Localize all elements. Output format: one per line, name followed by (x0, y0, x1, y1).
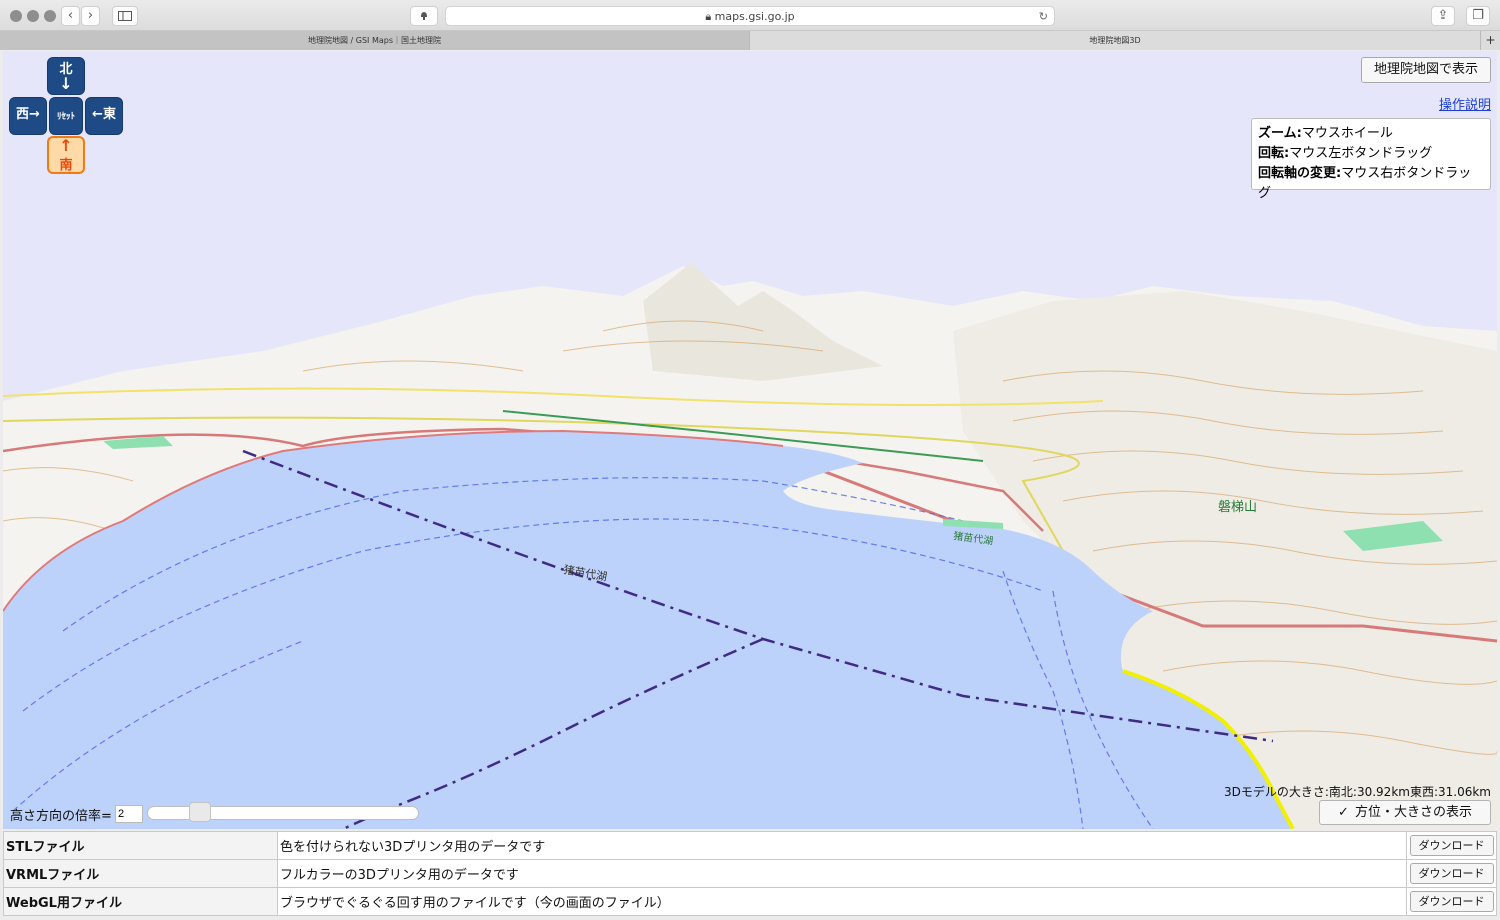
back-icon[interactable]: ‹ (61, 6, 80, 26)
tab-label: 地理院地図 / GSI Maps｜国土地理院 (307, 36, 441, 45)
lock-icon: 🔒︎ (705, 10, 712, 23)
east-button[interactable]: ←東 (85, 97, 123, 135)
table-row: VRMLファイル フルカラーの3Dプリンタ用のデータです ダウンロード (3, 859, 1497, 888)
file-type: STLファイル (3, 831, 278, 860)
arrow-up-icon: ↑ (59, 136, 73, 155)
file-description: 色を付けられない3Dプリンタ用のデータです (277, 831, 1407, 860)
reset-label: ﾘｾｯﾄ (56, 112, 75, 122)
west-label: 西 (16, 107, 30, 122)
model-size-text: 3Dモデルの大きさ:南北:30.92km東西:31.06km (1224, 785, 1491, 799)
file-description: フルカラーの3Dプリンタ用のデータです (277, 859, 1407, 888)
download-webgl-button[interactable]: ダウンロード (1409, 891, 1494, 912)
help-key: ズーム: (1258, 126, 1302, 141)
tab-bar: 地理院地図 / GSI Maps｜国土地理院 地理院地図3D + (0, 31, 1500, 50)
sidebar-icon[interactable] (112, 6, 138, 26)
height-scale-label: 高さ方向の倍率= (10, 809, 112, 824)
help-panel: ズーム:マウスホイール 回転:マウス左ボタンドラッグ 回転軸の変更:マウス右ボタ… (1251, 118, 1491, 201)
forward-icon[interactable]: › (81, 6, 100, 26)
file-description: ブラウザでぐるぐる回す用のファイルです（今の画面のファイル） (277, 887, 1407, 916)
minimize-window-icon[interactable] (27, 10, 39, 22)
help-rotate: 回転:マウス左ボタンドラッグ (1258, 144, 1484, 164)
north-button[interactable]: 北 ↓ (47, 57, 85, 95)
download-table: STLファイル 色を付けられない3Dプリンタ用のデータです ダウンロード VRM… (3, 831, 1497, 916)
table-row: WebGL用ファイル ブラウザでぐるぐる回す用のファイルです（今の画面のファイル… (3, 887, 1497, 916)
arrow-left-icon: ← (92, 107, 103, 122)
south-label: 南 (59, 158, 73, 173)
help-zoom: ズーム:マウスホイール (1258, 124, 1484, 144)
south-button[interactable]: ↑ 南 (47, 136, 85, 174)
download-stl-button[interactable]: ダウンロード (1409, 835, 1494, 856)
tabs-overview-icon[interactable]: ❐ (1466, 6, 1490, 26)
checkmark-icon: ✓ (1338, 805, 1349, 820)
help-key: 回転: (1258, 146, 1290, 161)
help-value: マウス左ボタンドラッグ (1289, 146, 1433, 161)
close-window-icon[interactable] (10, 10, 22, 22)
new-tab-button[interactable]: + (1480, 31, 1500, 50)
map-label-mountain: 磐梯山 (1218, 500, 1257, 515)
file-type: VRMLファイル (3, 859, 278, 888)
file-type: WebGL用ファイル (3, 887, 278, 916)
reload-icon[interactable]: ↻ (1039, 7, 1048, 26)
browser-toolbar: ‹ › 🔒︎ maps.gsi.go.jp ↻ ⇪ ❐ (0, 0, 1500, 31)
help-key: 回転軸の変更: (1258, 166, 1342, 181)
share-icon[interactable]: ⇪ (1431, 6, 1455, 26)
toggle-label: 方位・大きさの表示 (1354, 805, 1472, 820)
url-text: maps.gsi.go.jp (714, 10, 795, 23)
height-scale-slider[interactable] (147, 806, 419, 820)
address-bar[interactable]: 🔒︎ maps.gsi.go.jp ↻ (445, 6, 1055, 26)
reset-button[interactable]: ﾘｾｯﾄ (49, 97, 83, 135)
zoom-window-icon[interactable] (44, 10, 56, 22)
east-label: 東 (102, 107, 116, 122)
download-vrml-button[interactable]: ダウンロード (1409, 863, 1494, 884)
height-scale-slider-thumb[interactable] (189, 802, 211, 822)
orientation-size-toggle[interactable]: ✓ 方位・大きさの表示 (1319, 800, 1491, 825)
3d-map-viewport[interactable]: 猪苗代湖 猪苗代湖 磐梯山 北 ↓ 西→ ﾘｾｯﾄ ←東 ↑ 南 地理院地図で表… (3, 51, 1497, 829)
help-axis: 回転軸の変更:マウス右ボタンドラッグ (1258, 164, 1484, 204)
tab-label: 地理院地図3D (1089, 36, 1141, 45)
tab-gsi-3d[interactable]: 地理院地図3D (749, 31, 1480, 50)
west-button[interactable]: 西→ (9, 97, 47, 135)
height-scale-input[interactable] (115, 805, 143, 823)
arrow-down-icon: ↓ (59, 74, 73, 93)
arrow-right-icon: → (29, 107, 40, 122)
tab-gsi-maps[interactable]: 地理院地図 / GSI Maps｜国土地理院 (0, 31, 749, 50)
help-value: マウスホイール (1301, 126, 1393, 141)
table-row: STLファイル 色を付けられない3Dプリンタ用のデータです ダウンロード (3, 831, 1497, 860)
privacy-icon[interactable] (410, 6, 438, 26)
help-link[interactable]: 操作説明 (1439, 94, 1491, 113)
show-in-gsi-maps-button[interactable]: 地理院地図で表示 (1361, 57, 1491, 83)
